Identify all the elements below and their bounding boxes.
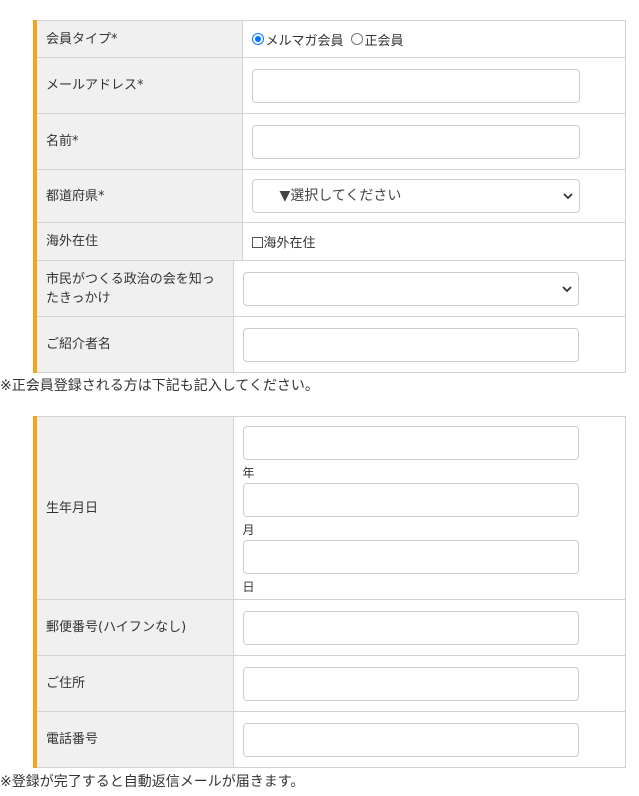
phone-label: 電話番号: [33, 711, 234, 768]
member-form-table-extra: 市民がつくる政治の会を知っ たきっかけ ご紹介者名: [33, 260, 626, 373]
prefecture-row: 都道府県* ▼選択してください: [33, 169, 626, 223]
name-field-cell: [241, 113, 626, 170]
email-label: メールアドレス*: [33, 57, 243, 114]
birthdate-field-cell: 年 月 日: [232, 416, 626, 600]
prefecture-selected-value: ▼選択してください: [279, 188, 402, 204]
phone-row: 電話番号: [33, 711, 626, 768]
member-type-field: メルマガ会員 正会員: [241, 20, 626, 58]
member-type-radio-mailmag[interactable]: [251, 33, 264, 45]
postal-code-field-cell: [232, 599, 626, 656]
referrer-name-row: ご紹介者名: [33, 316, 626, 373]
referral-source-row: 市民がつくる政治の会を知っ たきっかけ: [33, 260, 626, 317]
address-input[interactable]: [242, 666, 579, 701]
birth-day-input[interactable]: [242, 540, 579, 574]
overseas-field-cell: 海外在住: [241, 222, 626, 261]
referral-source-field-cell: [232, 260, 626, 317]
address-row: ご住所: [33, 655, 626, 712]
referral-source-label-line1: 市民がつくる政治の会を知っ: [46, 271, 215, 287]
referral-source-label: 市民がつくる政治の会を知っ たきっかけ: [33, 260, 234, 317]
birth-month-input[interactable]: [242, 483, 579, 517]
overseas-checkbox-label[interactable]: 海外在住: [264, 236, 316, 251]
member-type-option-mailmag-label[interactable]: メルマガ会員: [266, 30, 344, 49]
member-type-radio-group: メルマガ会員 正会員: [251, 30, 625, 49]
member-form-table: 会員タイプ* メルマガ会員 正会員 メールアドレス* 名前* 都道府県* ▼選択…: [33, 20, 626, 261]
birth-year-input[interactable]: [242, 426, 579, 460]
email-field-cell: [241, 57, 626, 114]
postal-code-row: 郵便番号(ハイフンなし): [33, 599, 626, 656]
overseas-row: 海外在住 海外在住: [33, 222, 626, 261]
overseas-label: 海外在住: [33, 222, 243, 261]
prefecture-label: 都道府県*: [33, 169, 243, 223]
address-label: ご住所: [33, 655, 234, 712]
auto-reply-note: ※登録が完了すると自動返信メールが届きます。: [0, 774, 305, 790]
postal-code-input[interactable]: [242, 610, 579, 645]
birthdate-label: 生年月日: [33, 416, 234, 600]
phone-input[interactable]: [242, 722, 579, 757]
regular-member-form-table: 生年月日 年 月 日 郵便番号(ハイフンなし) ご住所 電話番号: [33, 416, 626, 768]
overseas-checkbox[interactable]: [251, 237, 263, 248]
name-label: 名前*: [33, 113, 243, 170]
chevron-down-icon: [561, 285, 572, 292]
prefecture-field-cell: ▼選択してください: [241, 169, 626, 223]
email-row: メールアドレス*: [33, 57, 626, 114]
birth-month-unit: 月: [242, 523, 255, 537]
name-input[interactable]: [251, 124, 580, 159]
referrer-name-input[interactable]: [242, 327, 579, 362]
regular-member-note: ※正会員登録される方は下記も記入してください。: [0, 378, 319, 394]
member-type-radio-regular[interactable]: [350, 33, 363, 45]
referrer-name-label: ご紹介者名: [33, 316, 234, 373]
birth-day-unit: 日: [242, 580, 255, 594]
birthdate-row: 生年月日 年 月 日: [33, 416, 626, 600]
referrer-name-field-cell: [232, 316, 626, 373]
referral-source-label-line2: たきっかけ: [46, 290, 111, 306]
chevron-down-icon: [562, 193, 573, 200]
prefecture-select[interactable]: ▼選択してください: [251, 179, 580, 213]
address-field-cell: [232, 655, 626, 712]
referral-source-select[interactable]: [242, 271, 579, 306]
member-type-label: 会員タイプ*: [33, 20, 243, 58]
phone-field-cell: [232, 711, 626, 768]
email-input[interactable]: [251, 68, 580, 103]
member-type-option-regular-label[interactable]: 正会員: [365, 30, 404, 49]
name-row: 名前*: [33, 113, 626, 170]
birth-year-unit: 年: [242, 466, 255, 480]
member-type-row: 会員タイプ* メルマガ会員 正会員: [33, 20, 626, 58]
postal-code-label: 郵便番号(ハイフンなし): [33, 599, 234, 656]
